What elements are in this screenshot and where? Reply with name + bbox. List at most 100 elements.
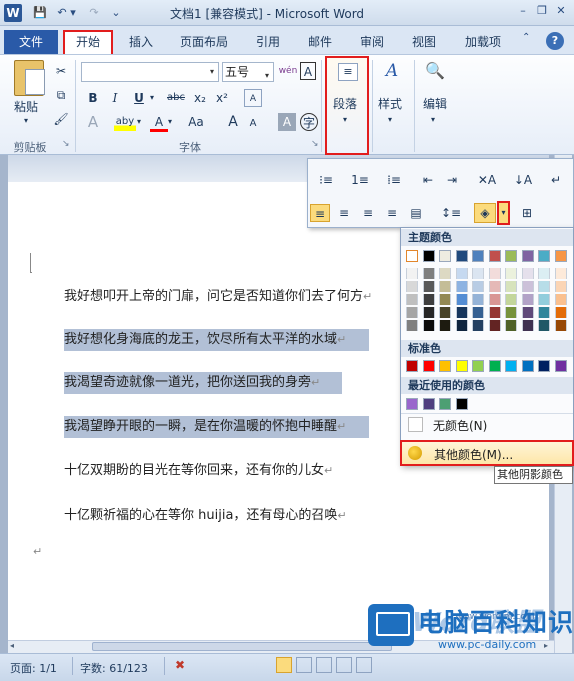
theme-shade-swatch[interactable]: [488, 294, 501, 305]
font-size-dropdown-icon[interactable]: ▾: [265, 67, 269, 85]
theme-shade-swatch[interactable]: [455, 281, 468, 292]
no-color-option[interactable]: 无颜色(N): [433, 417, 487, 434]
theme-shade-swatch[interactable]: [406, 320, 418, 331]
font-color-icon[interactable]: A: [150, 113, 168, 132]
tab-file[interactable]: 文件: [4, 30, 58, 54]
theme-shade-swatch[interactable]: [521, 281, 534, 292]
document-line-selected[interactable]: 我渴望睁开眼的一瞬，是在你温暖的怀抱中睡醒↵: [64, 416, 369, 438]
theme-shade-swatch[interactable]: [538, 294, 550, 305]
theme-shade-swatch[interactable]: [406, 281, 418, 292]
text-effects-icon[interactable]: A: [84, 113, 102, 131]
justify-button[interactable]: ≡: [382, 204, 402, 222]
more-colors-label[interactable]: 其他颜色(M)...: [434, 446, 513, 463]
standard-color-swatch[interactable]: [488, 360, 501, 372]
close-button[interactable]: ✕: [552, 3, 570, 19]
theme-shade-swatch[interactable]: [554, 307, 567, 318]
styles-dropdown-icon[interactable]: ▾: [388, 115, 392, 124]
shading-dropdown-button[interactable]: ▾: [497, 201, 510, 225]
recent-color-swatch[interactable]: [406, 398, 418, 410]
theme-color-swatch[interactable]: [472, 250, 484, 262]
character-shading-icon[interactable]: A: [278, 113, 296, 131]
show-marks-button[interactable]: ↵: [546, 171, 566, 189]
editing-dropdown-icon[interactable]: ▾: [431, 115, 435, 124]
paste-dropdown-icon[interactable]: ▾: [24, 116, 28, 125]
customize-qat-icon[interactable]: ⌄: [108, 5, 124, 21]
shrink-font-icon[interactable]: A: [244, 115, 262, 133]
cut-icon[interactable]: ✂: [52, 62, 70, 80]
theme-color-swatch[interactable]: [554, 250, 567, 262]
font-size-input[interactable]: 五号 ▾: [222, 62, 274, 82]
web-layout-icon[interactable]: [316, 657, 332, 673]
proofing-error-icon[interactable]: ✖: [172, 657, 188, 673]
increase-indent-button[interactable]: ⇥: [442, 171, 462, 189]
font-name-dropdown-icon[interactable]: ▾: [210, 67, 214, 76]
theme-shade-swatch[interactable]: [505, 281, 517, 292]
horizontal-scroll-thumb[interactable]: [92, 642, 392, 651]
change-case-icon[interactable]: Aa: [184, 113, 208, 131]
recent-color-swatch[interactable]: [422, 398, 435, 410]
underline-button[interactable]: U: [130, 89, 148, 107]
italic-button[interactable]: I: [106, 89, 124, 107]
theme-shade-swatch[interactable]: [406, 294, 418, 305]
styles-icon[interactable]: A: [381, 62, 403, 86]
tab-home[interactable]: 开始: [63, 30, 113, 54]
tab-page-layout[interactable]: 页面布局: [172, 30, 236, 54]
theme-color-swatch[interactable]: [538, 250, 550, 262]
multilevel-list-button[interactable]: ⁞≡: [380, 171, 408, 189]
help-icon[interactable]: ?: [546, 32, 564, 50]
minimize-button[interactable]: –: [514, 3, 532, 19]
document-line-selected[interactable]: 我好想化身海底的龙王，饮尽所有太平洋的水域↵: [64, 329, 369, 351]
theme-shade-swatch[interactable]: [488, 320, 501, 331]
draft-view-icon[interactable]: [356, 657, 372, 673]
standard-color-swatch[interactable]: [538, 360, 550, 372]
scroll-left-icon[interactable]: ◂: [10, 641, 14, 650]
asian-layout-button[interactable]: ✕A: [472, 171, 502, 189]
tab-insert[interactable]: 插入: [124, 30, 158, 54]
save-icon[interactable]: 💾: [32, 5, 48, 21]
page-count[interactable]: 页面: 1/1: [10, 660, 57, 676]
standard-color-swatch[interactable]: [439, 360, 451, 372]
theme-color-swatch[interactable]: [521, 250, 534, 262]
theme-shade-swatch[interactable]: [455, 268, 468, 279]
theme-shade-swatch[interactable]: [538, 281, 550, 292]
theme-shade-swatch[interactable]: [538, 320, 550, 331]
no-color-swatch[interactable]: [408, 417, 423, 432]
theme-shade-swatch[interactable]: [554, 281, 567, 292]
theme-shade-swatch[interactable]: [439, 281, 451, 292]
font-launcher-icon[interactable]: ↘: [311, 139, 319, 149]
word-logo-icon[interactable]: W: [4, 4, 22, 22]
theme-shade-swatch[interactable]: [521, 307, 534, 318]
theme-shade-swatch[interactable]: [422, 320, 435, 331]
theme-shade-swatch[interactable]: [472, 320, 484, 331]
theme-color-swatch[interactable]: [455, 250, 468, 262]
recent-color-swatch[interactable]: [455, 398, 468, 410]
minimize-ribbon-icon[interactable]: ⌃: [522, 32, 530, 43]
theme-shade-swatch[interactable]: [439, 268, 451, 279]
restore-button[interactable]: ❐: [533, 3, 551, 19]
theme-shade-swatch[interactable]: [472, 268, 484, 279]
highlight-icon[interactable]: aby: [114, 113, 136, 131]
superscript-button[interactable]: x²: [212, 89, 232, 107]
paste-icon[interactable]: [14, 60, 45, 96]
theme-shade-swatch[interactable]: [439, 294, 451, 305]
theme-shade-swatch[interactable]: [406, 268, 418, 279]
theme-shade-swatch[interactable]: [505, 320, 517, 331]
standard-color-swatch[interactable]: [455, 360, 468, 372]
highlight-dropdown-icon[interactable]: ▾: [137, 117, 141, 126]
distributed-button[interactable]: ▤: [406, 204, 426, 222]
theme-shade-swatch[interactable]: [505, 294, 517, 305]
theme-shade-swatch[interactable]: [422, 294, 435, 305]
document-line[interactable]: 十亿双期盼的目光在等你回来，还有你的儿女↵: [64, 460, 333, 482]
center-button[interactable]: ≡: [334, 204, 354, 222]
theme-shade-swatch[interactable]: [455, 307, 468, 318]
shading-button[interactable]: ◈: [474, 203, 496, 223]
full-screen-reading-icon[interactable]: [296, 657, 312, 673]
theme-shade-swatch[interactable]: [554, 320, 567, 331]
tab-review[interactable]: 审阅: [354, 30, 390, 54]
font-name-input[interactable]: ▾: [81, 62, 219, 82]
format-painter-icon[interactable]: 🖌: [52, 110, 70, 128]
theme-shade-swatch[interactable]: [422, 268, 435, 279]
theme-color-swatch[interactable]: [488, 250, 501, 262]
align-right-button[interactable]: ≡: [358, 204, 378, 222]
decrease-indent-button[interactable]: ⇤: [418, 171, 438, 189]
